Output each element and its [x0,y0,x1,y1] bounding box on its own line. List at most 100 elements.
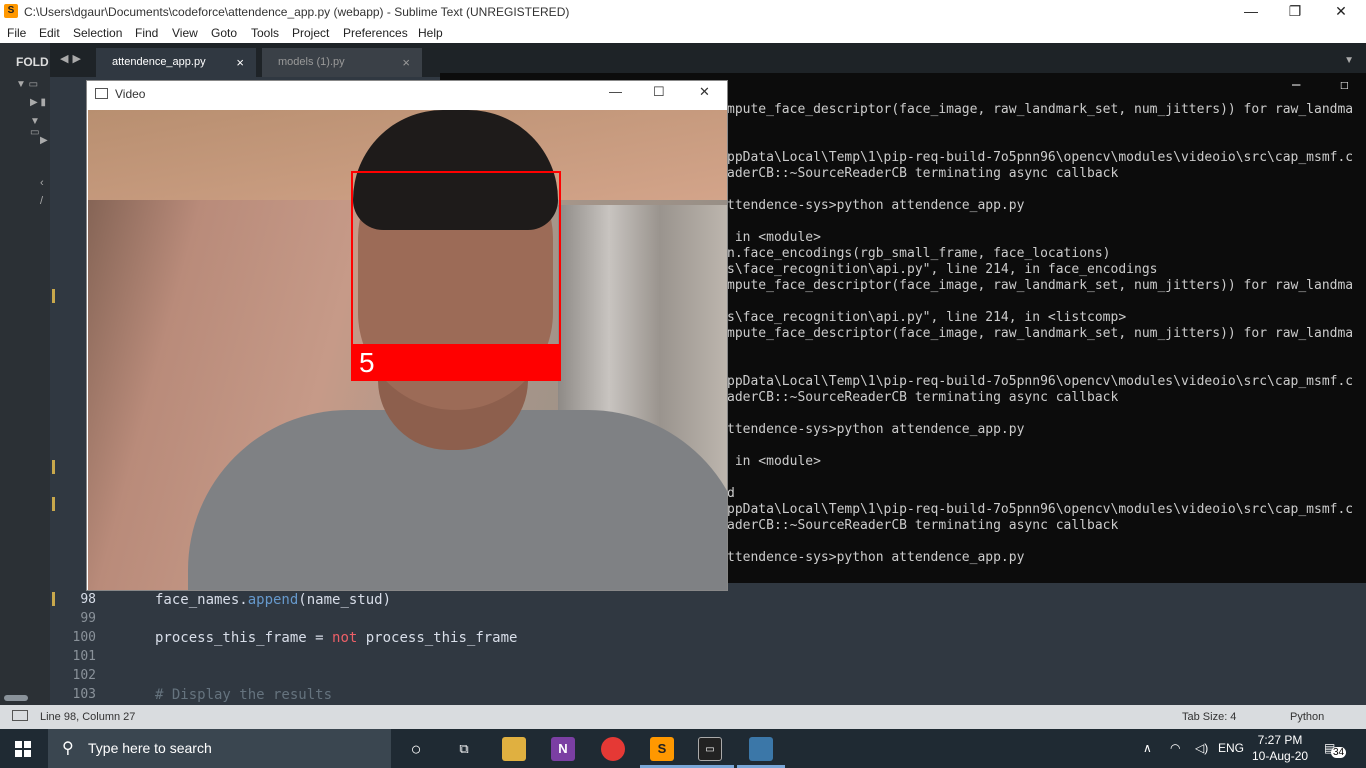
task-view-icon[interactable]: ⧉ [452,737,476,761]
command-prompt-icon[interactable]: ▭ [698,737,722,761]
tab-label: models (1).py [278,56,345,68]
terminal-line: aderCB::~SourceReaderCB terminating asyn… [727,390,1119,405]
video-maximize-button[interactable]: ☐ [653,84,665,100]
line-number: 102 [72,668,96,683]
video-close-button[interactable]: ✕ [699,84,710,100]
status-bar: Line 98, Column 27 Tab Size: 4 Python [0,705,1366,729]
search-placeholder: Type here to search [88,740,212,756]
taskbar-search[interactable]: ⚲ Type here to search [48,729,391,768]
title-bar: S C:\Users\dgaur\Documents\codeforce\att… [0,0,1366,23]
window-title: C:\Users\dgaur\Documents\codeforce\atten… [24,5,570,19]
window-icon [95,88,108,99]
syntax-mode[interactable]: Python [1290,711,1324,723]
menu-view[interactable]: View [172,26,198,40]
line-number: 99 [80,611,96,626]
tab-nav-arrows-icon[interactable]: ◀▶ [60,52,85,65]
folder-sidebar: FOLD ▼ ▭ ▶ ▮ ▼ ▭ ▶ ‹ / [0,43,50,705]
sidebar-scrollbar[interactable] [4,695,28,701]
modified-line-marker [52,460,55,474]
menu-find[interactable]: Find [135,26,158,40]
menu-bar: File Edit Selection Find View Goto Tools… [0,23,1366,43]
panel-toggle-icon[interactable] [12,710,28,721]
restore-button[interactable]: ❐ [1272,0,1318,23]
code-token: append [247,592,299,608]
code-line-100: process_this_frame = not process_this_fr… [155,630,517,646]
line-number: 100 [72,630,96,645]
tab-size[interactable]: Tab Size: 4 [1182,711,1236,723]
sublime-text-icon[interactable]: S [650,737,674,761]
close-icon[interactable]: × [236,55,244,70]
terminal-line: ttendence-sys>python attendence_app.py [727,198,1025,213]
video-minimize-button[interactable]: — [609,84,622,99]
tab-list-dropdown-icon[interactable]: ▼ [1344,55,1354,66]
terminal-line: aderCB::~SourceReaderCB terminating asyn… [727,166,1119,181]
notification-count: 34 [1331,747,1347,758]
face-label: 5 [351,344,561,381]
close-icon[interactable]: × [402,55,410,70]
menu-edit[interactable]: Edit [39,26,60,40]
terminal-line: mpute_face_descriptor(face_image, raw_la… [727,326,1354,341]
code-token: (name_stud) [298,592,392,608]
terminal-line: ttendence-sys>python attendence_app.py [727,422,1025,437]
terminal-maximize-button[interactable]: ☐ [1340,77,1348,93]
wifi-icon[interactable]: ◠ [1170,741,1180,755]
code-editor[interactable]: face_names.append(name_stud) process_thi… [120,590,1366,705]
terminal-line: ttendence-sys>python attendence_app.py [727,550,1025,565]
terminal-line: ppData\Local\Temp\1\pip-req-build-7o5pnn… [727,502,1354,517]
sidebar-header: FOLD [16,55,49,69]
tab-bar: ◀▶ attendence_app.py × models (1).py × ▼ [0,43,1366,77]
cursor-position: Line 98, Column 27 [40,711,136,723]
video-window-title: Video [115,87,146,101]
terminal-line: mpute_face_descriptor(face_image, raw_la… [727,278,1354,293]
folder-collapsed-icon[interactable]: ▶ [40,135,48,146]
terminal-line: aderCB::~SourceReaderCB terminating asyn… [727,518,1119,533]
terminal-line: ppData\Local\Temp\1\pip-req-build-7o5pnn… [727,150,1354,165]
menu-project[interactable]: Project [292,26,329,40]
tab-attendence-app[interactable]: attendence_app.py × [96,48,256,77]
angle-bracket-icon: ‹ [40,177,44,189]
video-window[interactable]: Video — ☐ ✕ 5 [86,80,728,591]
chrome-icon[interactable] [601,737,625,761]
menu-file[interactable]: File [7,26,26,40]
menu-help[interactable]: Help [418,26,443,40]
input-language[interactable]: ENG [1218,741,1244,755]
code-token: process_this_frame [357,630,518,646]
onenote-icon[interactable]: N [551,737,575,761]
code-line-103: # Display the results [155,687,333,703]
terminal-line: s\face_recognition\api.py", line 214, in… [727,310,1127,325]
line-number: 101 [72,649,96,664]
sublime-app-icon: S [4,4,18,18]
modified-line-marker [52,497,55,511]
slash-icon: / [40,195,44,207]
volume-icon[interactable]: ◁) [1195,741,1208,755]
menu-tools[interactable]: Tools [251,26,279,40]
menu-goto[interactable]: Goto [211,26,237,40]
line-number: 103 [72,687,96,702]
tab-label: attendence_app.py [112,56,206,68]
code-line-98: face_names.append(name_stud) [155,592,391,608]
cortana-icon[interactable]: ○ [404,737,428,761]
minimize-button[interactable]: — [1228,0,1274,23]
menu-selection[interactable]: Selection [73,26,122,40]
tab-models[interactable]: models (1).py × [262,48,422,77]
close-button[interactable]: ✕ [1318,0,1364,23]
terminal-line: d [727,486,735,501]
terminal-minimize-button[interactable]: — [1292,77,1300,93]
folder-collapsed-icon[interactable]: ▶ ▮ [30,97,46,108]
python-icon[interactable] [749,737,773,761]
folder-expand-icon[interactable]: ▼ ▭ [16,79,38,90]
terminal-line: ppData\Local\Temp\1\pip-req-build-7o5pnn… [727,374,1354,389]
terminal-line: n.face_encodings(rgb_small_frame, face_l… [727,246,1111,261]
windows-taskbar: ⚲ Type here to search ○ ⧉ N S ▭ ∧ ◠ ◁) E… [0,729,1366,768]
terminal-line: in <module> [727,454,821,469]
file-explorer-icon[interactable] [502,737,526,761]
search-icon: ⚲ [62,740,74,757]
terminal-line: mpute_face_descriptor(face_image, raw_la… [727,102,1354,117]
clock-date: 10-Aug-20 [1252,749,1309,763]
windows-start-icon[interactable] [15,741,31,757]
taskbar-clock[interactable]: 7:27 PM 10-Aug-20 [1252,732,1308,764]
tray-expand-icon[interactable]: ∧ [1143,741,1152,755]
code-token: face_names. [155,592,248,608]
menu-preferences[interactable]: Preferences [343,26,408,40]
modified-line-marker [52,289,55,303]
